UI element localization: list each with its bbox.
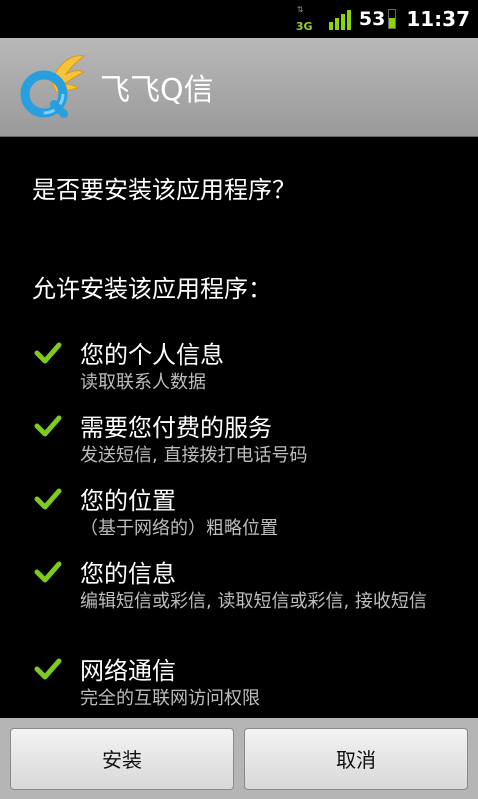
- checkmark-icon: [34, 415, 62, 437]
- battery-percent: 53: [358, 8, 386, 30]
- status-bar: ⇅ 3G 53 11:37: [0, 0, 478, 38]
- permission-desc: （基于网络的）粗略位置: [80, 518, 278, 539]
- permission-title: 您的个人信息: [80, 341, 224, 369]
- clock: 11:37: [406, 7, 470, 31]
- permission-desc: 读取联系人数据: [80, 372, 206, 393]
- permission-title: 您的信息: [80, 560, 176, 588]
- permission-title: 网络通信: [80, 657, 176, 685]
- network-3g-icon: ⇅ 3G: [295, 4, 317, 34]
- permission-title: 您的位置: [80, 487, 176, 515]
- data-activity-arrows-icon: ⇅: [296, 5, 304, 14]
- button-bar: 安装 取消: [0, 718, 478, 799]
- permission-title: 需要您付费的服务: [80, 414, 272, 442]
- feifei-q-logo-icon: [20, 55, 86, 118]
- checkmark-icon: [34, 561, 62, 583]
- app-header: 飞飞Q信: [0, 38, 478, 137]
- install-question: 是否要安装该应用程序？: [32, 176, 296, 204]
- battery-fill: [389, 18, 396, 28]
- network-type-label: 3G: [295, 20, 313, 33]
- permission-desc: 编辑短信或彩信, 读取短信或彩信, 接收短信: [80, 591, 427, 612]
- checkmark-icon: [34, 342, 62, 364]
- battery-icon: [388, 9, 397, 29]
- signal-strength-icon: [328, 8, 353, 30]
- permissions-heading: 允许安装该应用程序：: [32, 275, 272, 303]
- checkmark-icon: [34, 658, 62, 680]
- install-button[interactable]: 安装: [10, 727, 234, 790]
- cancel-button[interactable]: 取消: [244, 727, 468, 790]
- app-title: 飞飞Q信: [100, 73, 214, 108]
- permission-desc: 完全的互联网访问权限: [80, 688, 260, 709]
- permission-desc: 发送短信, 直接拨打电话号码: [80, 445, 308, 466]
- checkmark-icon: [34, 488, 62, 510]
